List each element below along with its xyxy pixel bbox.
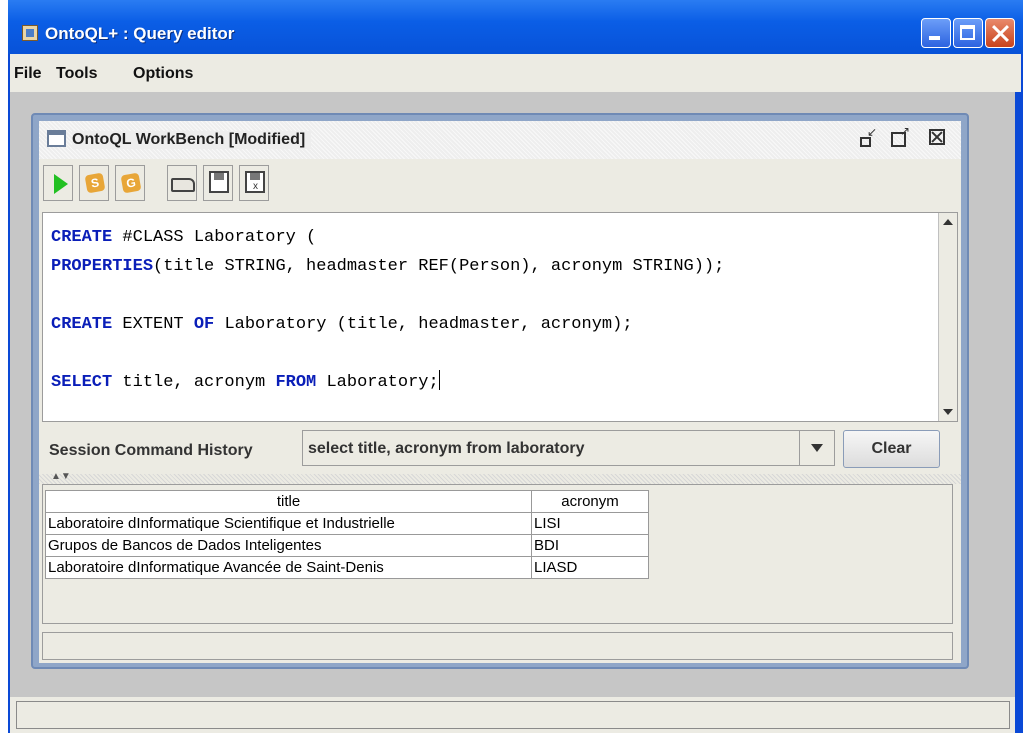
code-text: Laboratory;	[316, 373, 439, 392]
maximize-button[interactable]	[953, 18, 983, 48]
save-button[interactable]	[203, 165, 233, 201]
code-text: #CLASS Laboratory (	[112, 228, 317, 247]
code-text: title, acronym	[112, 373, 276, 392]
code-line-4: SELECT title, acronym FROM Laboratory;	[51, 370, 440, 392]
close-icon[interactable]	[929, 129, 945, 145]
menu-bar: File Tools Options	[8, 54, 1021, 92]
open-button[interactable]	[167, 165, 197, 201]
editor-scrollbar[interactable]	[938, 213, 957, 421]
code-text: (title STRING, headmaster REF(Person), a…	[153, 257, 725, 276]
g-coin-icon: G	[120, 172, 142, 194]
clear-button[interactable]: Clear	[843, 430, 940, 468]
results-panel: title acronym Laboratoire dInformatique …	[42, 484, 953, 624]
history-label: Session Command History	[49, 442, 253, 459]
minimize-button[interactable]	[921, 18, 951, 48]
query-editor[interactable]: CREATE #CLASS Laboratory ( PROPERTIES(ti…	[42, 212, 958, 422]
query-text[interactable]: CREATE #CLASS Laboratory ( PROPERTIES(ti…	[51, 223, 724, 397]
code-keyword: SELECT	[51, 373, 113, 392]
close-window-button[interactable]	[985, 18, 1015, 48]
open-folder-icon	[171, 178, 195, 192]
message-field	[42, 632, 953, 660]
menu-options[interactable]: Options	[133, 65, 193, 83]
workbench-title: OntoQL WorkBench [Modified]	[72, 131, 312, 149]
code-text: Laboratory (title, headmaster, acronym);	[214, 315, 633, 334]
cell-title[interactable]: Grupos de Bancos de Dados Inteligentes	[45, 534, 532, 557]
table-row[interactable]: Laboratoire dInformatique Avancée de Sai…	[45, 556, 649, 579]
java-app-icon	[22, 25, 38, 41]
chevron-down-icon[interactable]	[799, 431, 834, 465]
s-coin-icon: S	[84, 172, 106, 194]
split-divider[interactable]: ▲▼	[39, 471, 961, 484]
cell-title[interactable]: Laboratoire dInformatique Avancée de Sai…	[45, 556, 532, 579]
text-caret	[438, 370, 440, 390]
results-table: title acronym Laboratoire dInformatique …	[45, 490, 649, 579]
history-dropdown[interactable]: select title, acronym from laboratory	[302, 430, 835, 466]
s-button[interactable]: S	[79, 165, 109, 201]
toolbar: S G	[43, 162, 957, 210]
workbench-titlebar[interactable]: OntoQL WorkBench [Modified]	[39, 121, 961, 159]
scroll-down-icon[interactable]	[939, 403, 956, 421]
code-keyword: CREATE	[51, 228, 113, 247]
cell-acronym[interactable]: BDI	[531, 534, 649, 557]
cell-acronym[interactable]: LIASD	[531, 556, 649, 579]
save-as-disk-icon	[245, 171, 265, 193]
code-text: EXTENT	[112, 315, 194, 334]
cell-title[interactable]: Laboratoire dInformatique Scientifique e…	[45, 512, 532, 535]
table-row[interactable]: Grupos de Bancos de Dados Inteligentes B…	[45, 534, 649, 557]
window-title: OntoQL+ : Query editor	[45, 24, 235, 43]
maximize-icon[interactable]	[891, 124, 910, 147]
code-keyword: OF	[193, 315, 215, 334]
menu-tools[interactable]: Tools	[56, 65, 97, 83]
status-bar	[10, 697, 1015, 733]
save-disk-icon	[209, 171, 229, 193]
column-header-title[interactable]: title	[45, 490, 532, 513]
workbench-frame: OntoQL WorkBench [Modified] S G	[31, 113, 969, 669]
split-arrows-icon[interactable]: ▲▼	[51, 471, 71, 482]
status-field	[16, 701, 1010, 729]
cell-acronym[interactable]: LISI	[531, 512, 649, 535]
save-as-button[interactable]	[239, 165, 269, 201]
g-button[interactable]: G	[115, 165, 145, 201]
code-keyword: CREATE	[51, 315, 113, 334]
frame-window-icon	[47, 130, 66, 147]
code-keyword: PROPERTIES	[51, 257, 154, 276]
window-titlebar[interactable]: OntoQL+ : Query editor	[8, 0, 1023, 54]
code-line-1: CREATE #CLASS Laboratory (	[51, 228, 316, 247]
scroll-up-icon[interactable]	[939, 213, 956, 231]
code-keyword: FROM	[275, 373, 317, 392]
table-row[interactable]: Laboratoire dInformatique Scientifique e…	[45, 512, 649, 535]
column-header-acronym[interactable]: acronym	[531, 490, 649, 513]
menu-file[interactable]: File	[14, 65, 42, 83]
iconify-icon[interactable]	[859, 125, 877, 147]
code-line-2: PROPERTIES(title STRING, headmaster REF(…	[51, 257, 724, 276]
table-header-row: title acronym	[45, 490, 649, 513]
code-line-3: CREATE EXTENT OF Laboratory (title, head…	[51, 315, 633, 334]
run-query-button[interactable]	[43, 165, 73, 201]
workbench-body: S G CREATE #CLASS Laboratory ( PROPERTIE…	[39, 159, 961, 663]
history-selected-value: select title, acronym from laboratory	[308, 440, 585, 457]
